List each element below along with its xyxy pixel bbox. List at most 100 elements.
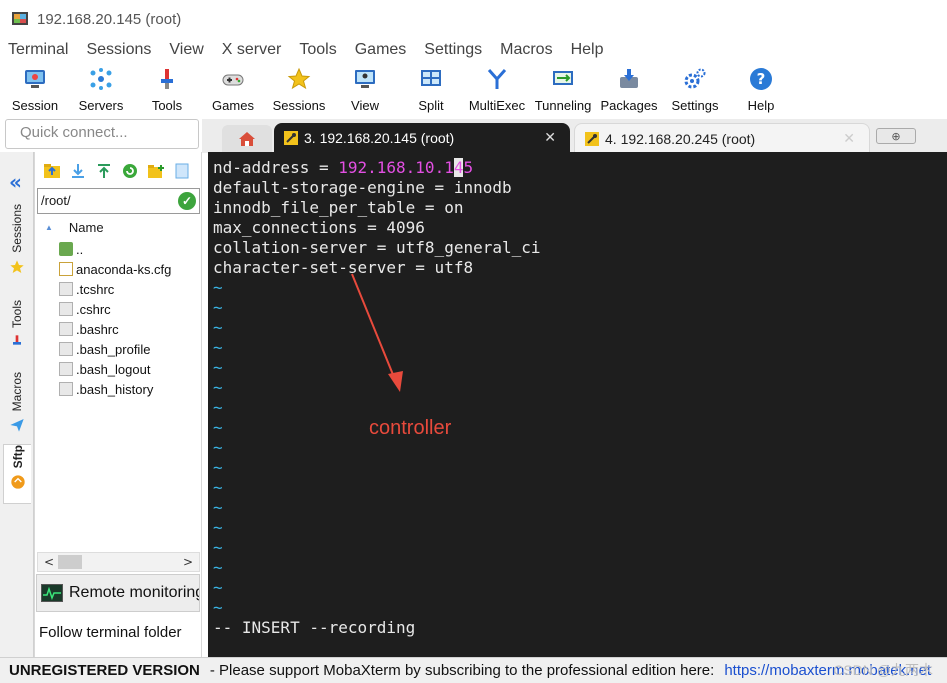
refresh-icon[interactable] [121,162,139,180]
paper-plane-icon [10,419,24,433]
menu-view[interactable]: View [169,41,203,59]
list-item[interactable]: .bash_profile [59,339,199,359]
close-icon[interactable]: ✕ [843,130,855,147]
terminal-line: collation-server = utf8_general_ci [213,238,541,257]
scroll-left-icon[interactable]: < [44,555,54,569]
home-icon [239,132,255,146]
quick-connect-input[interactable]: Quick connect... [5,119,199,149]
upload-icon[interactable] [95,162,113,180]
menu-settings[interactable]: Settings [424,41,482,59]
collapse-sidebar-icon[interactable]: « [9,170,22,194]
scroll-right-icon[interactable]: > [183,555,193,569]
tools-label: Tools [151,98,183,113]
file-icon [59,362,73,376]
tab-session-3[interactable]: 3. 192.168.20.145 (root) ✕ [274,123,570,153]
horizontal-scrollbar[interactable]: < > [37,552,200,572]
file-name: .. [76,241,84,257]
tilde-line: ~ [213,518,223,537]
follow-terminal-folder-checkbox[interactable]: Follow terminal folder [39,624,182,641]
menu-bar: Terminal Sessions View X server Tools Ga… [0,38,947,62]
name-column-header[interactable]: ▲ Name [45,220,104,235]
star-icon [286,66,312,92]
terminal-line: innodb_file_per_table = on [213,198,464,217]
close-icon[interactable]: ✕ [544,129,556,146]
side-tab-sessions-label: Sessions [10,204,24,253]
tilde-line: ~ [213,558,223,577]
games-icon [220,66,246,92]
terminal-line: character-set-server = utf8 [213,258,474,277]
list-item[interactable]: .tcshrc [59,279,199,299]
follow-terminal-folder-label: Follow terminal folder [39,624,182,641]
split-button[interactable]: Split [396,66,466,113]
tilde-line: ~ [213,438,223,457]
menu-macros[interactable]: Macros [500,41,552,59]
side-tab-tools[interactable]: Tools [3,300,31,360]
file-name: .bash_profile [76,341,151,357]
help-button[interactable]: ? Help [726,66,796,113]
menu-sessions[interactable]: Sessions [86,41,151,59]
list-item[interactable]: .bash_logout [59,359,199,379]
sort-ascending-icon: ▲ [45,223,53,232]
session-button[interactable]: Session [0,66,70,113]
scrollbar-thumb[interactable] [58,555,82,569]
multiexec-label: MultiExec [468,98,526,113]
tilde-line: ~ [213,338,223,357]
tilde-line: ~ [213,478,223,497]
sessions-button[interactable]: Sessions [264,66,334,113]
ip-address: 192.168.10.1 [338,158,454,177]
view-button[interactable]: View [330,66,400,113]
tilde-line: ~ [213,538,223,557]
session-label: Session [11,98,59,113]
multiexec-button[interactable]: MultiExec [462,66,532,113]
sftp-path-input[interactable]: /root/ ✓ [37,188,200,214]
terminal-view[interactable]: nd-address = 192.168.10.145 default-stor… [208,152,947,657]
menu-terminal[interactable]: Terminal [8,41,68,59]
menu-tools[interactable]: Tools [299,41,336,59]
tab-session-4[interactable]: 4. 192.168.20.245 (root) ✕ [574,123,870,153]
split-label: Split [418,98,444,113]
menu-help[interactable]: Help [571,41,604,59]
mobaxterm-logo-icon [11,10,29,28]
file-name: .bash_logout [76,361,151,377]
tunneling-button[interactable]: Tunneling [528,66,598,113]
packages-button[interactable]: Packages [594,66,664,113]
parent-folder-icon[interactable] [43,162,61,180]
menu-games[interactable]: Games [355,41,407,59]
list-item[interactable]: anaconda-ks.cfg [59,259,199,279]
tab-session-4-label: 4. 192.168.20.245 (root) [605,130,756,147]
remote-monitoring-label: Remote monitoring [69,584,200,601]
side-tab-sessions[interactable]: Sessions [3,204,31,294]
star-icon [10,260,24,273]
list-item[interactable]: .cshrc [59,299,199,319]
svg-text:?: ? [757,70,766,88]
games-button[interactable]: Games [198,66,268,113]
tunneling-icon [550,66,576,92]
new-folder-icon[interactable] [147,162,165,180]
servers-button[interactable]: Servers [66,66,136,113]
file-icon [59,382,73,396]
list-item[interactable]: .. [59,239,199,259]
home-tab[interactable] [222,125,272,153]
menu-x-server[interactable]: X server [222,41,282,59]
side-tab-sftp[interactable]: Sftp [3,444,31,504]
servers-icon [88,66,114,92]
list-item[interactable]: .bash_history [59,379,199,399]
tilde-line: ~ [213,398,223,417]
file-name: .bashrc [76,321,119,337]
games-label: Games [212,98,254,113]
packages-label: Packages [600,98,658,113]
new-file-icon[interactable] [173,162,191,180]
checkmark-icon[interactable]: ✓ [178,192,196,210]
view-label: View [351,98,379,113]
download-icon[interactable] [69,162,87,180]
side-tab-macros[interactable]: Macros [3,372,31,442]
support-message: - Please support MobaXterm by subscribin… [209,662,715,679]
tools-button[interactable]: Tools [132,66,202,113]
new-tab-button[interactable]: ⊕ [876,128,916,144]
settings-button[interactable]: Settings [660,66,730,113]
remote-monitoring-button[interactable]: Remote monitoring [36,574,200,612]
ip-address-tail: 5 [463,158,474,177]
list-item[interactable]: .bashrc [59,319,199,339]
ssh-key-icon [284,131,298,145]
split-icon [418,66,444,92]
